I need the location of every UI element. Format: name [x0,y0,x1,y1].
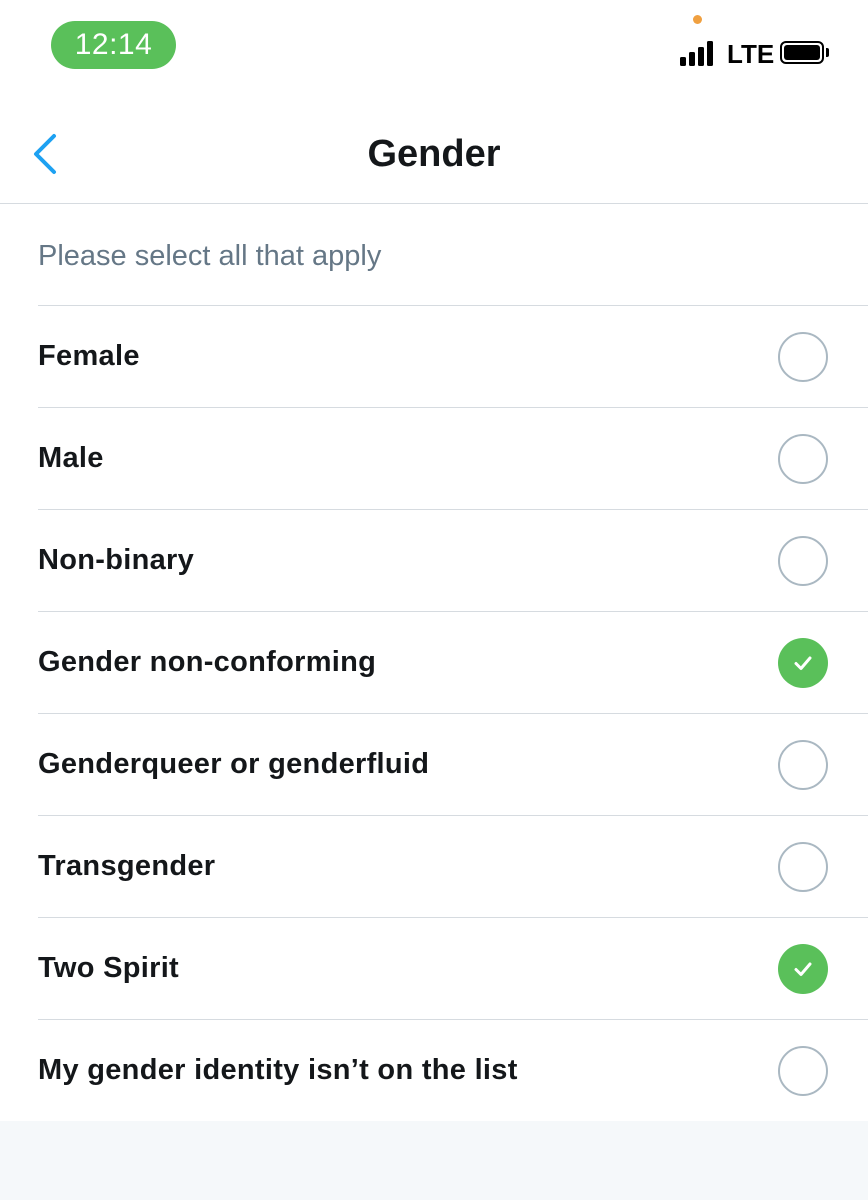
gender-option-row[interactable]: Male [0,408,868,510]
navigation-bar: Gender [0,96,868,204]
checkmark-icon [794,656,812,670]
unchecked-checkbox-icon[interactable] [778,332,828,382]
gender-option-row[interactable]: Female [0,306,868,408]
gender-option-label: Non-binary [38,544,195,576]
status-bar: 12:14 LTE [0,0,868,96]
gender-option-label: Transgender [38,850,216,882]
status-time: 12:14 [51,21,176,69]
gender-options-list: Female Male Non-binary Gender non-conformin… [0,306,868,1122]
gender-option-row[interactable]: Two Spirit [0,918,868,1020]
gender-option-row[interactable]: Gender non-conforming [0,612,868,714]
gender-option-label: Two Spirit [38,952,180,984]
instruction-text: Please select all that apply [38,240,382,272]
network-type-label: LTE [727,39,775,69]
gender-option-row[interactable]: Transgender [0,816,868,918]
gender-option-label: My gender identity isn’t on the list [38,1054,518,1086]
unchecked-checkbox-icon[interactable] [778,536,828,586]
gender-option-label: Gender non-conforming [38,646,377,678]
unchecked-checkbox-icon[interactable] [778,842,828,892]
page-title: Gender [367,133,501,175]
footer-background [0,1121,868,1200]
gender-option-row[interactable]: My gender identity isn’t on the list [0,1020,868,1122]
gender-option-row[interactable]: Genderqueer or genderfluid [0,714,868,816]
gender-option-row[interactable]: Non-binary [0,510,868,612]
unchecked-checkbox-icon[interactable] [778,434,828,484]
unchecked-checkbox-icon[interactable] [778,740,828,790]
unchecked-checkbox-icon[interactable] [778,1046,828,1096]
gender-option-label: Genderqueer or genderfluid [38,748,430,780]
checked-checkbox-icon[interactable] [778,944,828,994]
checkmark-icon [794,962,812,976]
privacy-indicator-dot [693,15,702,24]
signal-icon [680,40,720,66]
gender-option-label: Male [38,442,104,474]
battery-icon [780,41,829,64]
checked-checkbox-icon[interactable] [778,638,828,688]
gender-option-label: Female [38,340,140,372]
